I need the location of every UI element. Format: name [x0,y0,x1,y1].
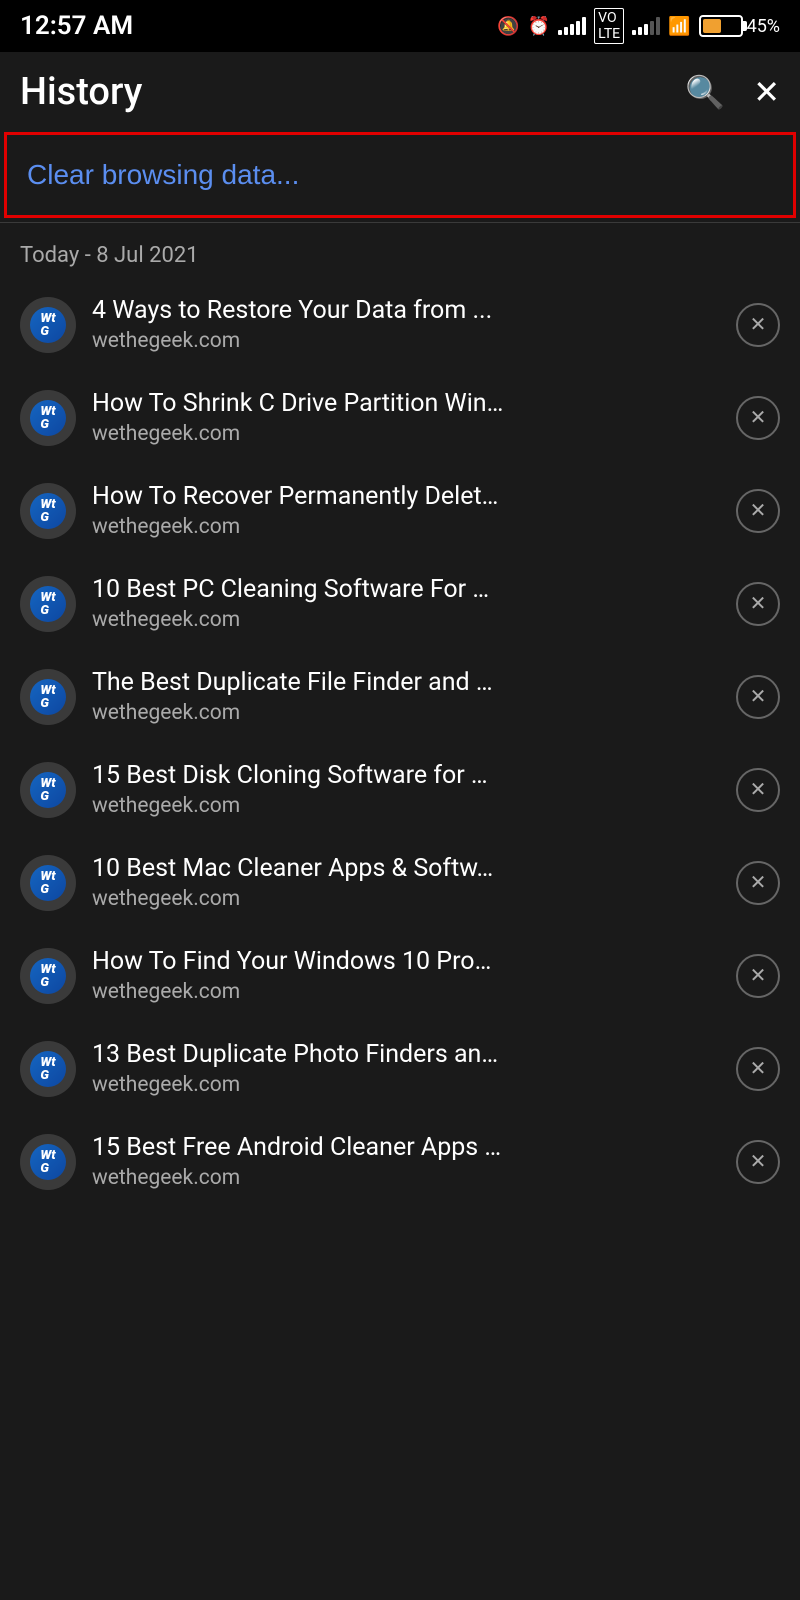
alarm-icon: ⏰ [528,16,550,37]
list-item[interactable]: WtG 10 Best Mac Cleaner Apps & Softw… we… [0,836,800,929]
wifi-icon: 📶 [668,16,690,37]
site-favicon: WtG [20,297,76,353]
history-content: 15 Best Disk Cloning Software for … weth… [92,761,720,818]
search-icon[interactable]: 🔍 [685,73,725,111]
history-title: 15 Best Free Android Cleaner Apps … [92,1133,720,1162]
history-title: 4 Ways to Restore Your Data from ... [92,296,720,325]
history-url: wethegeek.com [92,794,720,818]
list-item[interactable]: WtG 13 Best Duplicate Photo Finders an… … [0,1022,800,1115]
history-content: 13 Best Duplicate Photo Finders an… weth… [92,1040,720,1097]
battery-percent: 45% [747,16,780,37]
remove-button[interactable]: ✕ [736,489,780,533]
history-title: 15 Best Disk Cloning Software for … [92,761,720,790]
history-url: wethegeek.com [92,701,720,725]
list-item[interactable]: WtG 4 Ways to Restore Your Data from ...… [0,278,800,371]
header-actions: 🔍 ✕ [685,73,780,111]
header: History 🔍 ✕ [0,52,800,132]
remove-button[interactable]: ✕ [736,1140,780,1184]
history-url: wethegeek.com [92,515,720,539]
list-item[interactable]: WtG How To Shrink C Drive Partition Win…… [0,371,800,464]
battery-icon [699,15,743,37]
history-content: How To Recover Permanently Delet… wetheg… [92,482,720,539]
clear-browsing-section[interactable]: Clear browsing data... [4,132,796,218]
remove-button[interactable]: ✕ [736,582,780,626]
history-content: How To Find Your Windows 10 Pro… wethege… [92,947,720,1004]
history-url: wethegeek.com [92,1073,720,1097]
history-title: How To Shrink C Drive Partition Win… [92,389,720,418]
remove-button[interactable]: ✕ [736,954,780,998]
remove-button[interactable]: ✕ [736,1047,780,1091]
site-favicon: WtG [20,1041,76,1097]
list-item[interactable]: WtG 15 Best Free Android Cleaner Apps … … [0,1115,800,1208]
history-content: 10 Best Mac Cleaner Apps & Softw… wetheg… [92,854,720,911]
signal-bars-2 [632,17,660,35]
remove-button[interactable]: ✕ [736,396,780,440]
remove-button[interactable]: ✕ [736,768,780,812]
history-title: How To Find Your Windows 10 Pro… [92,947,720,976]
list-item[interactable]: WtG The Best Duplicate File Finder and …… [0,650,800,743]
notification-icon: 🔕 [497,16,519,37]
status-time: 12:57 AM [20,11,133,41]
site-favicon: WtG [20,483,76,539]
signal-bars-1 [558,17,586,35]
volte-badge: VOLTE [594,8,624,44]
list-item[interactable]: WtG How To Find Your Windows 10 Pro… wet… [0,929,800,1022]
site-favicon: WtG [20,762,76,818]
site-favicon: WtG [20,1134,76,1190]
site-favicon: WtG [20,390,76,446]
list-item[interactable]: WtG 15 Best Disk Cloning Software for … … [0,743,800,836]
status-bar: 12:57 AM 🔕 ⏰ VOLTE 📶 [0,0,800,52]
site-favicon: WtG [20,669,76,725]
history-title: 10 Best Mac Cleaner Apps & Softw… [92,854,720,883]
list-item[interactable]: WtG 10 Best PC Cleaning Software For … w… [0,557,800,650]
divider [0,222,800,223]
status-icons: 🔕 ⏰ VOLTE 📶 45% [497,8,780,44]
history-title: 13 Best Duplicate Photo Finders an… [92,1040,720,1069]
battery-container: 45% [699,15,780,37]
history-content: 4 Ways to Restore Your Data from ... wet… [92,296,720,353]
list-item[interactable]: WtG How To Recover Permanently Delet… we… [0,464,800,557]
history-title: 10 Best PC Cleaning Software For … [92,575,720,604]
history-content: 15 Best Free Android Cleaner Apps … weth… [92,1133,720,1190]
history-list: WtG 4 Ways to Restore Your Data from ...… [0,278,800,1208]
date-section-label: Today - 8 Jul 2021 [0,227,800,278]
history-url: wethegeek.com [92,608,720,632]
close-icon[interactable]: ✕ [753,73,780,111]
site-favicon: WtG [20,948,76,1004]
site-favicon: WtG [20,855,76,911]
page-title: History [20,70,142,114]
history-url: wethegeek.com [92,887,720,911]
history-url: wethegeek.com [92,329,720,353]
remove-button[interactable]: ✕ [736,303,780,347]
site-favicon: WtG [20,576,76,632]
history-title: The Best Duplicate File Finder and … [92,668,720,697]
remove-button[interactable]: ✕ [736,675,780,719]
history-url: wethegeek.com [92,422,720,446]
history-content: 10 Best PC Cleaning Software For … wethe… [92,575,720,632]
remove-button[interactable]: ✕ [736,861,780,905]
clear-browsing-button[interactable]: Clear browsing data... [27,151,773,199]
history-content: How To Shrink C Drive Partition Win… wet… [92,389,720,446]
history-url: wethegeek.com [92,1166,720,1190]
history-content: The Best Duplicate File Finder and … wet… [92,668,720,725]
history-url: wethegeek.com [92,980,720,1004]
history-title: How To Recover Permanently Delet… [92,482,720,511]
